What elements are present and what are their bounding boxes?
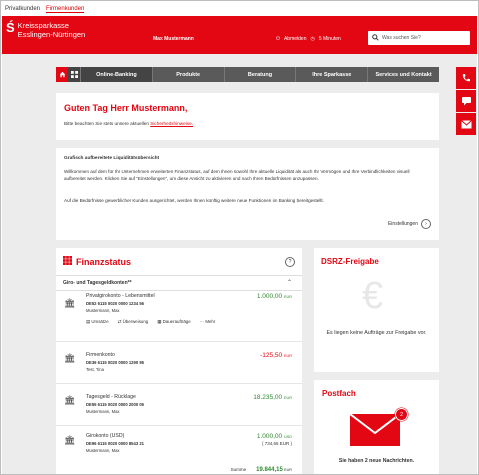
sum-label: Summe	[230, 467, 247, 472]
account-row[interactable]: 🏛 Tagesgeld - Rücklage DE55 6115 0020 00…	[56, 384, 302, 426]
info-title: Grafisch aufbereitete Liquiditätsübersic…	[64, 156, 160, 161]
account-name[interactable]: Firmenkonto	[86, 352, 115, 358]
account-iban: DE36 6115 0020 0000 1290 95	[86, 360, 144, 365]
search-input[interactable]	[382, 35, 462, 41]
account-holder: Mustermann, Max	[86, 308, 120, 313]
nav-online-banking[interactable]: Online-Banking	[80, 67, 152, 82]
tab-privatkunden[interactable]: Privatkunden	[5, 6, 40, 12]
search-icon[interactable]	[368, 33, 382, 43]
account-balance: 1.000,00 USD	[256, 433, 292, 440]
mail-icon[interactable]	[456, 113, 476, 135]
finanzstatus-card: Finanzstatus ? Giro- und Tagesgeldkonten…	[56, 248, 302, 474]
euro-icon: €	[362, 275, 384, 317]
browser-frame: Privatkunden Firmenkunden Ś Kreissparkas…	[0, 0, 479, 475]
bank-building-icon: 🏛	[64, 435, 76, 445]
page-body: Online-Banking Produkte Beratung Ihre Sp…	[2, 54, 477, 474]
account-balance: -125,50 EUR	[260, 352, 292, 359]
logo-line2: Esslingen-Nürtingen	[17, 29, 86, 39]
greeting-text: Bitte beachten Sie stets unsere aktuelle…	[64, 121, 193, 126]
total-sum: Summe 19.844,15 EUR	[230, 467, 292, 473]
info-card: Grafisch aufbereitete Liquiditätsübersic…	[56, 148, 439, 240]
postfach-card[interactable]: Postfach 2 Sie haben 2 neue Nachrichten.	[314, 380, 439, 474]
grid-menu-icon[interactable]	[68, 67, 80, 82]
account-name[interactable]: Girokonto (USD)	[86, 433, 124, 439]
bank-building-icon: 🏛	[64, 298, 76, 308]
postfach-title: Postfach	[322, 389, 356, 398]
ueberweisung-button[interactable]: ⇄ Überweisung	[118, 319, 149, 325]
account-iban: DE96 6115 0020 0000 8543 21	[86, 441, 144, 446]
phone-icon[interactable]	[456, 67, 476, 89]
account-name[interactable]: Privatgirokonto - Lebensmittel	[86, 293, 155, 299]
dsrz-title: DSRZ-Freigabe	[321, 257, 379, 266]
dsrz-card: DSRZ-Freigabe € Es liegen keine Aufträge…	[314, 248, 439, 372]
dsrz-text: Es liegen keine Aufträge zur Freigabe vo…	[326, 330, 427, 336]
account-row[interactable]: 🏛 Firmenkonto DE36 6115 0020 0000 1290 9…	[56, 342, 302, 384]
envelope-icon	[350, 414, 400, 446]
main-nav: Online-Banking Produkte Beratung Ihre Sp…	[56, 67, 439, 82]
help-icon[interactable]: ?	[285, 257, 295, 267]
settings-label: Einstellungen	[387, 221, 418, 227]
settings-button[interactable]: Einstellungen ›	[388, 219, 431, 229]
umsaetze-button[interactable]: ▤ Umsätze	[86, 319, 109, 325]
account-holder: Test, Tina	[86, 367, 104, 372]
nav-ihre-sparkasse[interactable]: Ihre Sparkasse	[295, 67, 367, 82]
chevron-up-icon[interactable]: ⌃	[287, 279, 292, 286]
logo[interactable]: Ś Kreissparkasse Esslingen-Nürtingen	[6, 20, 86, 39]
sparkasse-logo-icon: Ś	[6, 20, 15, 35]
bank-building-icon: 🏛	[64, 395, 76, 405]
info-paragraph-1: Willkommen auf dem für Ihr Unternehmen e…	[64, 169, 410, 181]
tab-firmenkunden[interactable]: Firmenkunden	[46, 6, 85, 13]
nav-produkte[interactable]: Produkte	[151, 67, 224, 82]
greeting-card: Guten Tag Herr Mustermann, Bitte beachte…	[56, 93, 439, 140]
logout-area: ⏻ Abmelden ◷ 5 Minuten	[276, 36, 341, 42]
chevron-right-icon: ›	[421, 219, 431, 229]
security-notes-link[interactable]: Sicherheitshinweise.	[150, 121, 193, 126]
dauerauftraege-button[interactable]: ▦ Daueraufträge	[157, 319, 190, 325]
home-icon[interactable]	[56, 67, 68, 82]
power-icon: ⏻	[276, 36, 280, 42]
account-row[interactable]: 🏛 Girokonto (USD) DE96 6115 0020 0000 85…	[56, 426, 302, 462]
chat-icon[interactable]	[456, 90, 476, 112]
section-label: Giro- und Tagesgeldkonten**	[63, 280, 132, 286]
section-header[interactable]: Giro- und Tagesgeldkonten** ⌃	[56, 275, 302, 291]
account-iban: DE52 6115 0020 0000 1234 56	[86, 301, 144, 306]
session-timer: 5 Minuten	[318, 36, 341, 42]
account-holder: Mustermann, Max	[86, 409, 120, 414]
account-balance: 1.000,00 EUR	[256, 293, 292, 300]
nav-services-kontakt[interactable]: Services und Kontakt	[367, 67, 439, 82]
account-name[interactable]: Tagesgeld - Rücklage	[86, 394, 136, 400]
more-button[interactable]: ··· Mehr	[200, 319, 216, 325]
audience-tabs: Privatkunden Firmenkunden	[5, 3, 85, 15]
account-balance: 18.235,00 EUR	[253, 394, 292, 401]
info-paragraph-2: Auf die Bedürfnisse gewerblicher Kunden …	[64, 198, 324, 203]
sum-value: 19.844,15	[256, 467, 283, 473]
account-actions: ▤ Umsätze ⇄ Überweisung ▦ Daueraufträge …	[86, 319, 215, 325]
account-converted-balance: ( 734,65 EUR )	[261, 441, 292, 446]
nav-beratung[interactable]: Beratung	[223, 67, 296, 82]
greeting-title: Guten Tag Herr Mustermann,	[64, 103, 188, 113]
unread-badge: 2	[395, 408, 408, 421]
user-name: Max Mustermann	[153, 36, 194, 42]
grid-chart-icon	[63, 256, 72, 267]
search-box	[368, 31, 470, 45]
postfach-text: Sie haben 2 neue Nachrichten.	[338, 458, 415, 464]
bank-building-icon: 🏛	[64, 353, 76, 363]
finanzstatus-title: Finanzstatus	[76, 256, 132, 267]
account-row[interactable]: 🏛 Privatgirokonto - Lebensmittel DE52 61…	[56, 290, 302, 342]
logout-link[interactable]: Abmelden	[284, 36, 307, 42]
site-header: Ś Kreissparkasse Esslingen-Nürtingen Max…	[2, 16, 477, 54]
timer-icon: ◷	[310, 36, 315, 42]
account-iban: DE55 6115 0020 0000 2000 05	[86, 402, 144, 407]
account-holder: Mustermann, Max	[86, 448, 120, 453]
